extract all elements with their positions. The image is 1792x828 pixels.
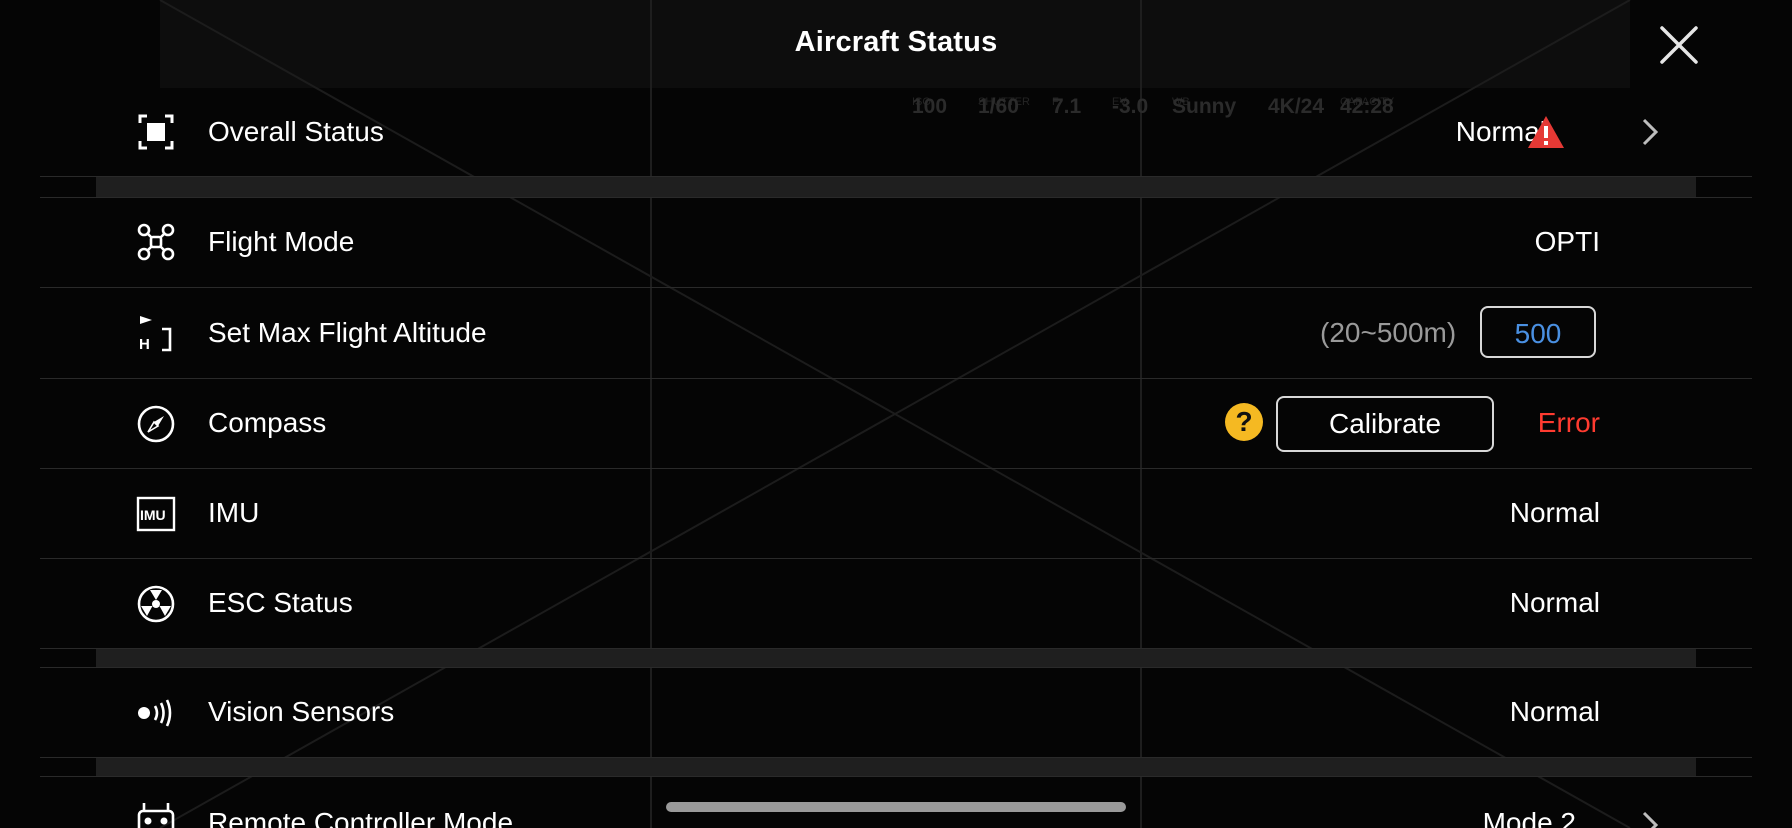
row-label: Compass: [208, 407, 327, 438]
calibrate-button[interactable]: Calibrate: [1276, 396, 1494, 452]
vision-sensors-icon: [138, 699, 172, 727]
page-title: Aircraft Status: [794, 26, 998, 58]
overall-status-icon: [138, 114, 174, 150]
svg-text:IMU: IMU: [140, 507, 166, 523]
warning-icon: [1528, 116, 1564, 148]
vision-sensors-value: Normal: [1509, 696, 1600, 727]
imu-icon: IMU: [136, 496, 176, 532]
svg-text:H: H: [139, 336, 150, 353]
max-altitude-icon: H: [139, 316, 172, 353]
section-separator: [96, 177, 1696, 197]
esc-status-row: ESC Status Normal: [40, 559, 1752, 649]
max-altitude-input[interactable]: 500: [1480, 306, 1596, 358]
compass-status-value: Error: [1537, 407, 1600, 438]
home-indicator[interactable]: [666, 802, 1126, 812]
row-label: ESC Status: [208, 587, 353, 618]
esc-icon: [137, 585, 175, 623]
drone-icon: [137, 223, 175, 261]
compass-row: Compass ? Calibrate Error: [40, 379, 1752, 469]
close-icon[interactable]: [1656, 22, 1702, 68]
vision-sensors-row: Vision Sensors Normal: [40, 668, 1752, 758]
flight-mode-row: Flight Mode OPTI: [40, 198, 1752, 288]
compass-icon: [137, 405, 175, 443]
help-icon[interactable]: ?: [1225, 403, 1263, 441]
section-separator: [96, 649, 1696, 667]
flight-mode-value: OPTI: [1534, 226, 1600, 257]
row-label: Flight Mode: [208, 226, 355, 257]
row-label: Remote Controller Mode: [208, 807, 514, 828]
max-altitude-row: H Set Max Flight Altitude (20~500m) 500: [40, 288, 1752, 379]
chevron-right-icon[interactable]: [1638, 809, 1662, 828]
altitude-range-hint: (20~500m): [1320, 317, 1457, 348]
row-label: Overall Status: [208, 116, 384, 147]
remote-controller-mode-value: Mode 2: [1482, 807, 1576, 828]
remote-controller-icon: [137, 803, 175, 828]
header: Aircraft Status: [0, 0, 1792, 88]
row-label: Vision Sensors: [208, 696, 395, 727]
esc-status-value: Normal: [1509, 587, 1600, 618]
imu-row: IMU IMU Normal: [40, 469, 1752, 559]
overall-status-row[interactable]: Overall Status Normal: [40, 88, 1752, 177]
chevron-right-icon[interactable]: [1638, 116, 1662, 148]
row-label: IMU: [208, 497, 260, 528]
row-label: Set Max Flight Altitude: [208, 317, 487, 348]
imu-status-value: Normal: [1509, 497, 1600, 528]
section-separator: [96, 758, 1696, 776]
